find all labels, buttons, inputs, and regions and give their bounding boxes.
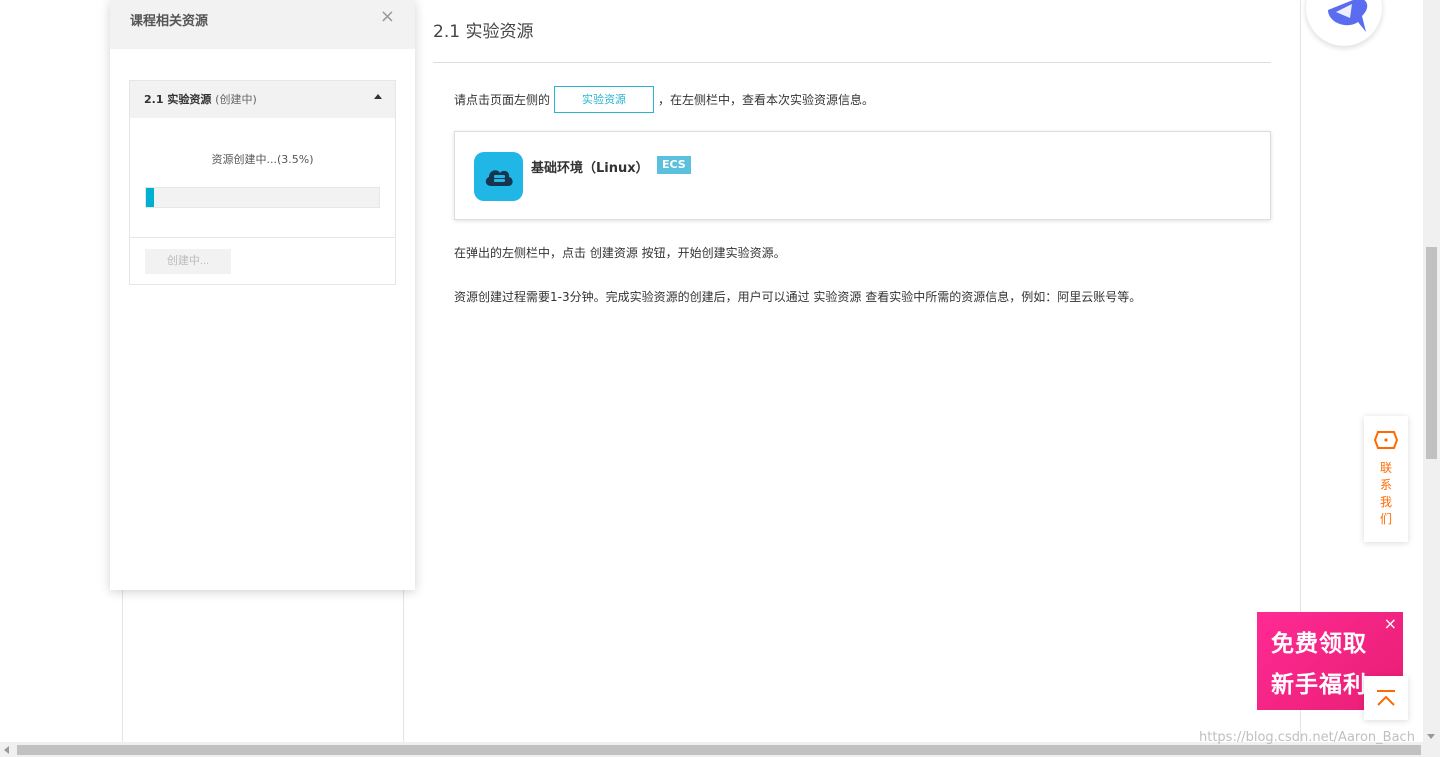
- course-resources-panel: 课程相关资源 × 2.1 实验资源 (创建中) 资源创建中...(3.5%) 创…: [110, 0, 415, 590]
- cloud-server-icon: [474, 152, 523, 201]
- caret-up-icon[interactable]: [374, 94, 382, 99]
- environment-name: 基础环境（Linux）: [531, 161, 649, 176]
- close-icon[interactable]: ×: [380, 6, 395, 27]
- page-title: 2.1 实验资源: [433, 22, 534, 42]
- scroll-left-arrow-icon[interactable]: [4, 746, 9, 754]
- back-to-top-button[interactable]: [1364, 676, 1408, 720]
- progress-text: 资源创建中...(3.5%): [211, 153, 314, 166]
- resource-status: (创建中): [215, 93, 257, 106]
- divider: [130, 237, 395, 238]
- message-icon: [1373, 431, 1399, 449]
- paragraph-create: 在弹出的左侧栏中，点击 创建资源 按钮，开始创建实验资源。: [454, 246, 786, 260]
- contact-us-widget[interactable]: 联系我们: [1364, 416, 1408, 542]
- promo-line-2: 新手福利: [1271, 672, 1367, 698]
- resource-card: 2.1 实验资源 (创建中) 资源创建中...(3.5%) 创建中...: [129, 80, 396, 285]
- scroll-down-arrow-icon[interactable]: [1427, 734, 1435, 739]
- environment-card: 基础环境（Linux） ECS: [454, 131, 1271, 220]
- watermark: https://blog.csdn.net/Aaron_Bach: [1199, 730, 1415, 745]
- create-resource-button[interactable]: 创建中...: [145, 249, 231, 274]
- title-divider: [433, 62, 1271, 63]
- vertical-scrollbar-thumb[interactable]: [1426, 247, 1437, 459]
- instruction-text-after: ，在左侧栏中，查看本次实验资源信息。: [658, 93, 875, 107]
- panel-header: 课程相关资源 ×: [110, 0, 415, 49]
- progress-bar: [145, 187, 380, 208]
- paragraph-duration: 资源创建过程需要1-3分钟。完成实验资源的创建后，用户可以通过 实验资源 查看实…: [454, 290, 1142, 304]
- resource-title: 2.1 实验资源 (创建中): [144, 91, 257, 107]
- lab-resources-button[interactable]: 实验资源: [554, 86, 655, 113]
- ecs-badge: ECS: [657, 156, 691, 174]
- promo-line-1: 免费领取: [1271, 631, 1367, 657]
- chevron-up-icon: [1377, 690, 1395, 706]
- vertical-scrollbar[interactable]: [1423, 0, 1440, 742]
- assistant-avatar[interactable]: [1306, 0, 1382, 46]
- progress-bar-fill: [146, 188, 155, 207]
- instruction-text-before: 请点击页面左侧的: [454, 93, 551, 107]
- close-icon[interactable]: ×: [1384, 614, 1397, 633]
- panel-title: 课程相关资源: [130, 14, 209, 29]
- instruction-line: 请点击页面左侧的 实验资源 ，在左侧栏中，查看本次实验资源信息。: [454, 86, 874, 113]
- horizontal-scrollbar-thumb[interactable]: [17, 745, 1421, 755]
- page: 课程相关资源 × 2.1 实验资源 (创建中) 资源创建中...(3.5%) 创…: [0, 0, 1440, 757]
- resource-title-text: 2.1 实验资源: [144, 93, 212, 106]
- contact-us-label: 联系我们: [1379, 461, 1392, 526]
- resource-card-header[interactable]: 2.1 实验资源 (创建中): [130, 81, 395, 118]
